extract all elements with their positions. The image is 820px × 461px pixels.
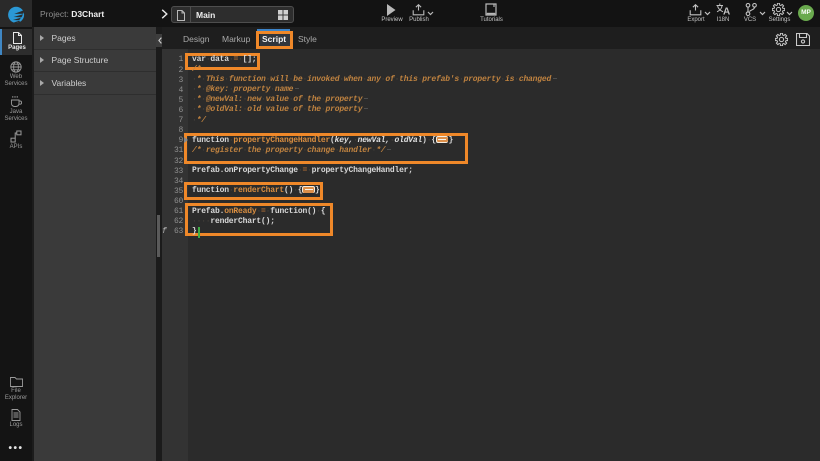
svg-text:A: A bbox=[723, 7, 730, 17]
